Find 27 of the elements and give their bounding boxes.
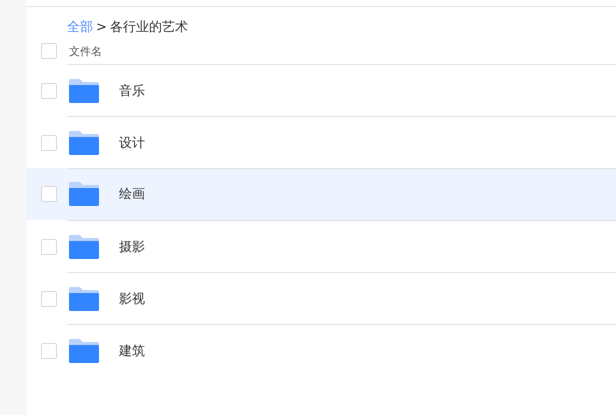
folder-icon	[69, 182, 99, 206]
folder-icon	[69, 286, 99, 310]
folder-name: 影视	[119, 290, 145, 308]
row-checkbox[interactable]	[41, 342, 57, 358]
folder-icon	[69, 234, 99, 258]
select-all-checkbox[interactable]	[41, 43, 57, 59]
row-checkbox[interactable]	[41, 238, 57, 254]
folder-name: 音乐	[119, 82, 145, 100]
row-checkbox[interactable]	[41, 134, 57, 150]
row-checkbox[interactable]	[41, 186, 57, 202]
row-checkbox[interactable]	[41, 290, 57, 306]
file-row[interactable]: 建筑	[67, 324, 616, 376]
file-row[interactable]: 影视	[67, 272, 616, 324]
breadcrumb-current: 各行业的艺术	[110, 19, 188, 36]
folder-name: 建筑	[119, 342, 145, 360]
folder-name: 设计	[119, 134, 145, 152]
folder-icon	[69, 130, 99, 154]
folder-icon	[69, 78, 99, 102]
folder-icon	[69, 338, 99, 362]
row-checkbox[interactable]	[41, 82, 57, 98]
file-row[interactable]: 摄影	[67, 220, 616, 272]
folder-name: 绘画	[119, 186, 145, 203]
breadcrumb-separator: >	[96, 20, 107, 34]
file-row[interactable]: 绘画	[27, 168, 616, 220]
column-header: 文件名	[69, 44, 102, 58]
file-row[interactable]: 音乐	[67, 64, 616, 116]
folder-name: 摄影	[119, 238, 145, 256]
